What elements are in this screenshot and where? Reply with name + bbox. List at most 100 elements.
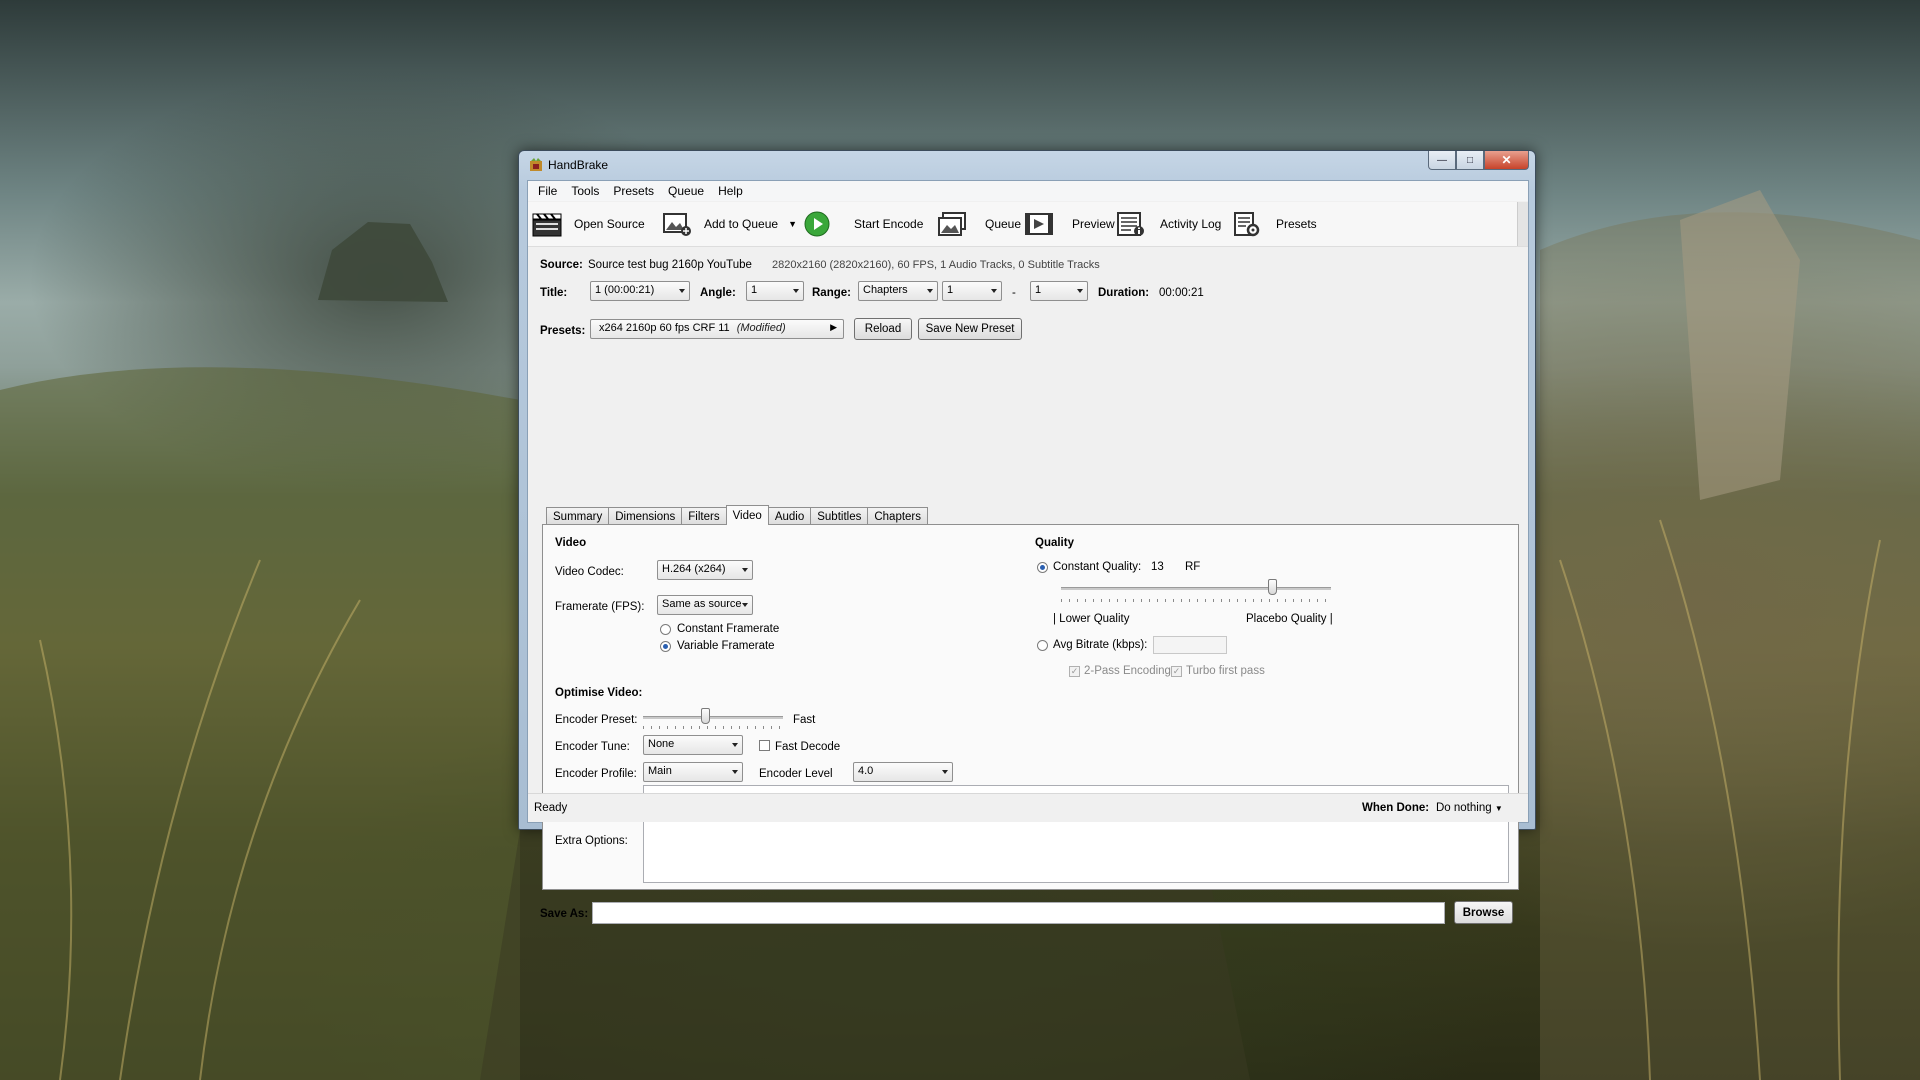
open-source-button[interactable]: Open Source [532, 210, 645, 238]
two-pass-checkbox[interactable]: ✓ [1069, 666, 1080, 677]
video-codec-value: H.264 (x264) [662, 563, 726, 575]
save-new-preset-button[interactable]: Save New Preset [918, 318, 1022, 340]
maximize-button[interactable]: □ [1456, 151, 1484, 170]
range-end-select[interactable]: 1 [1030, 281, 1088, 301]
presets-toolbar-label: Presets [1276, 217, 1317, 231]
chevron-down-icon [793, 289, 799, 293]
chevron-down-icon [679, 289, 685, 293]
quality-slider-thumb[interactable] [1267, 579, 1277, 595]
menu-file[interactable]: File [532, 184, 563, 198]
close-icon: ✕ [1501, 153, 1512, 167]
video-codec-select[interactable]: H.264 (x264) [657, 560, 753, 580]
queue-label: Queue [985, 217, 1022, 231]
framerate-label: Framerate (FPS): [555, 601, 645, 613]
range-start-select[interactable]: 1 [942, 281, 1002, 301]
range-start-value: 1 [947, 284, 954, 296]
range-select[interactable]: Chapters [858, 281, 938, 301]
menu-bar: File Tools Presets Queue Help [528, 181, 1528, 201]
tab-video[interactable]: Video [725, 505, 769, 525]
tab-filters[interactable]: Filters [681, 507, 727, 525]
maximize-icon: □ [1466, 154, 1474, 166]
menu-presets[interactable]: Presets [607, 184, 660, 198]
video-codec-label: Video Codec: [555, 566, 624, 578]
chevron-down-icon [732, 770, 738, 774]
minimize-button[interactable]: — [1428, 151, 1456, 170]
chevron-down-icon: ▼ [1494, 804, 1503, 813]
encoder-level-label: Encoder Level [759, 768, 833, 780]
constant-framerate-radio[interactable] [660, 624, 671, 635]
quality-slider-track[interactable] [1061, 587, 1331, 590]
when-done-dropdown[interactable]: Do nothing ▼ [1436, 802, 1503, 814]
title-select-value: 1 (00:00:21) [595, 284, 655, 296]
encoder-preset-slider-track[interactable] [643, 716, 783, 719]
constant-quality-radio[interactable] [1037, 562, 1048, 573]
video-heading: Video [555, 537, 587, 549]
tab-summary[interactable]: Summary [546, 507, 610, 525]
status-text: Ready [534, 802, 568, 814]
encoder-tune-select[interactable]: None [643, 735, 743, 755]
framerate-select[interactable]: Same as source [657, 595, 753, 615]
avg-bitrate-input[interactable] [1153, 636, 1227, 654]
add-image-icon [663, 213, 691, 236]
range-select-value: Chapters [863, 284, 908, 296]
minimize-icon: — [1437, 154, 1447, 166]
fast-decode-checkbox[interactable] [759, 740, 770, 751]
status-bar: Ready When Done: Do nothing ▼ [528, 793, 1528, 822]
queue-button[interactable]: Queue [937, 210, 1021, 238]
reload-button[interactable]: Reload [854, 318, 912, 340]
start-encode-button[interactable]: Start Encode [804, 210, 923, 238]
encoder-preset-ticks [643, 726, 783, 729]
range-end-value: 1 [1035, 284, 1042, 296]
add-to-queue-button[interactable]: Add to Queue ▼ [662, 210, 797, 238]
tab-dimensions[interactable]: Dimensions [608, 507, 683, 525]
source-label: Source: [540, 259, 583, 271]
play-icon [804, 211, 830, 237]
encoder-profile-select[interactable]: Main [643, 762, 743, 782]
close-button[interactable]: ✕ [1484, 151, 1529, 170]
film-preview-icon [1025, 213, 1053, 235]
tab-audio[interactable]: Audio [767, 507, 812, 525]
menu-help[interactable]: Help [712, 184, 749, 198]
presets-select[interactable]: x264 2160p 60 fps CRF 11 (Modified) ▶ [590, 319, 844, 339]
toolbar-scrollbar[interactable] [1517, 202, 1528, 246]
avg-bitrate-radio[interactable] [1037, 640, 1048, 651]
activity-log-label: Activity Log [1160, 217, 1222, 231]
source-info: 2820x2160 (2820x2160), 60 FPS, 1 Audio T… [772, 259, 1100, 271]
activity-log-button[interactable]: Activity Log [1116, 210, 1221, 238]
save-as-input[interactable] [592, 902, 1445, 924]
encoder-tune-value: None [648, 738, 675, 750]
menu-tools[interactable]: Tools [565, 184, 605, 198]
range-separator: - [1012, 287, 1016, 299]
menu-queue[interactable]: Queue [662, 184, 710, 198]
presets-gear-icon [1234, 212, 1260, 237]
turbo-first-pass-checkbox[interactable]: ✓ [1171, 666, 1182, 677]
angle-select[interactable]: 1 [746, 281, 804, 301]
activity-log-icon [1117, 212, 1144, 236]
video-tab-panel: Video Video Codec: H.264 (x264) Framerat… [542, 524, 1519, 890]
tab-subtitles[interactable]: Subtitles [810, 507, 869, 525]
chevron-down-icon [732, 743, 738, 747]
title-label: Title: [540, 287, 568, 299]
encoder-level-select[interactable]: 4.0 [853, 762, 953, 782]
optimise-heading: Optimise Video: [555, 687, 643, 699]
chevron-down-icon [927, 289, 933, 293]
encoder-preset-slider-thumb[interactable] [700, 708, 710, 724]
browse-button[interactable]: Browse [1454, 901, 1513, 924]
encoder-tune-label: Encoder Tune: [555, 741, 630, 753]
framerate-value: Same as source [662, 598, 742, 610]
clapperboard-icon [532, 213, 562, 237]
constant-quality-value: 13 [1151, 561, 1164, 573]
title-bar[interactable]: HandBrake — □ ✕ [519, 151, 1535, 179]
presets-toolbar-button[interactable]: Presets [1232, 210, 1317, 238]
encoder-profile-value: Main [648, 765, 672, 777]
duration-value: 00:00:21 [1159, 287, 1204, 299]
variable-framerate-radio[interactable] [660, 641, 671, 652]
title-select[interactable]: 1 (00:00:21) [590, 281, 690, 301]
tab-chapters[interactable]: Chapters [867, 507, 929, 525]
preview-button[interactable]: Preview [1024, 210, 1115, 238]
source-name: Source test bug 2160p YouTube [588, 259, 752, 271]
quality-slider-ticks [1061, 599, 1331, 602]
turbo-first-pass-label: Turbo first pass [1186, 665, 1265, 677]
chevron-right-icon: ▶ [830, 322, 837, 332]
chevron-down-icon[interactable]: ▼ [788, 219, 797, 229]
